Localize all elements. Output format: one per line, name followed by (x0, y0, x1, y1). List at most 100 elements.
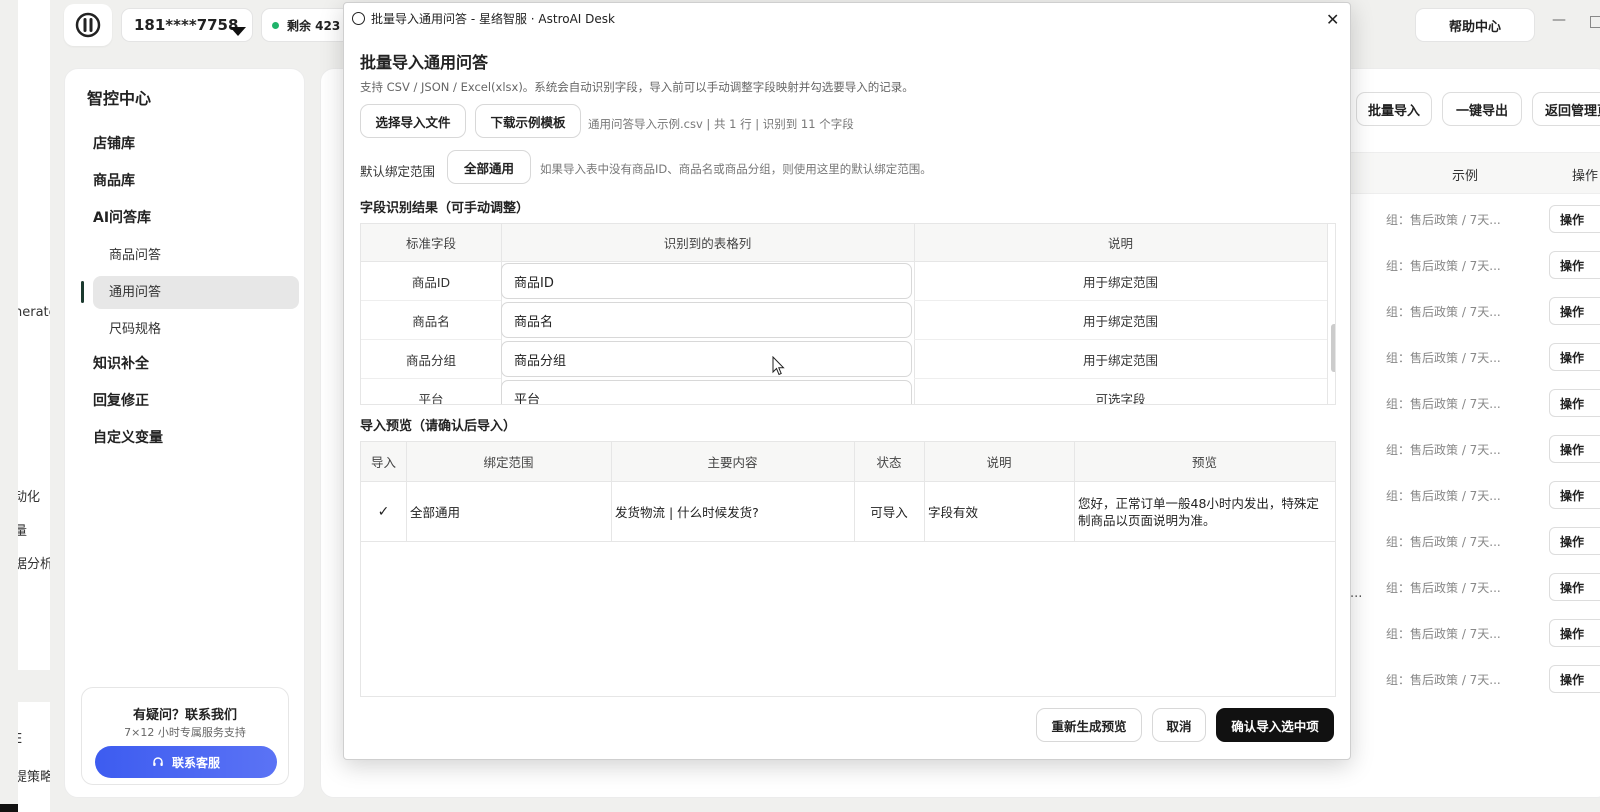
sidebar-item-reply-correction[interactable]: 回复修正 (93, 390, 149, 410)
remnant-text: 据分析 (18, 557, 50, 572)
field-column-input[interactable]: 平台 (501, 380, 912, 404)
chevron-down-icon (230, 27, 246, 36)
sidebar-item-ai-qa-library[interactable]: AI问答库 (93, 207, 151, 227)
sidebar-item-custom-variables[interactable]: 自定义变量 (93, 427, 163, 447)
dialog-window-title: 批量导入通用问答 - 星络智服 · AstroAI Desk (371, 11, 615, 26)
field-note: 用于绑定范围 (914, 301, 1327, 340)
table-row-example: 组：售后政策 / 7天... (1386, 673, 1501, 687)
remnant-text: nerate (18, 305, 50, 320)
row-operation-button[interactable]: 操作 (1549, 527, 1600, 555)
column-header-description: 说明 (914, 224, 1327, 262)
import-dialog: 批量导入通用问答 - 星络智服 · AstroAI Desk ✕ 批量导入通用问… (343, 2, 1351, 760)
row-operation-button[interactable]: 操作 (1549, 619, 1600, 647)
row-operation-button[interactable]: 操作 (1549, 251, 1600, 279)
table-row-example: 组：售后政策 / 7天... (1386, 443, 1501, 457)
column-header-preview: 预览 (1074, 442, 1335, 482)
app-icon (352, 11, 365, 25)
sidebar-item-knowledge-fill[interactable]: 知识补全 (93, 353, 149, 373)
table-row-example: 组：售后政策 / 7天... (1386, 351, 1501, 365)
table-row-example: 组：售后政策 / 7天... (1386, 213, 1501, 227)
field-column-input[interactable]: 商品名 (501, 302, 912, 338)
column-header-standard-field: 标准字段 (361, 224, 501, 262)
field-standard-name: 商品ID (361, 262, 501, 301)
table-row-example: 组：售后政策 / 7天... (1386, 535, 1501, 549)
remnant-text: 量 (18, 524, 28, 539)
column-header-note: 说明 (924, 442, 1074, 482)
default-scope-select[interactable]: 全部通用 (447, 150, 531, 184)
ellipsis-text: ... (1350, 586, 1363, 601)
row-operation-button[interactable]: 操作 (1549, 297, 1600, 325)
batch-import-button[interactable]: 批量导入 (1356, 92, 1432, 126)
scrollbar-thumb[interactable] (1331, 324, 1335, 372)
row-operation-button[interactable]: 操作 (1549, 343, 1600, 371)
row-operation-button[interactable]: 操作 (1549, 205, 1600, 233)
close-icon[interactable]: ✕ (1326, 10, 1339, 29)
dialog-titlebar: 批量导入通用问答 - 星络智服 · AstroAI Desk (344, 3, 1350, 33)
field-mapping-table: 标准字段 识别到的表格列 说明 商品ID 商品ID 用于绑定范围 商品名 商品名 用于绑定… (360, 223, 1336, 405)
contact-subtitle: 7×12 小时专属服务支持 (124, 726, 246, 739)
table-row-example: 组：售后政策 / 7天... (1386, 259, 1501, 273)
cancel-button[interactable]: 取消 (1152, 708, 1206, 742)
default-scope-hint: 如果导入表中没有商品ID、商品名或商品分组，则使用这里的默认绑定范围。 (540, 162, 932, 176)
column-header-scope: 绑定范围 (406, 442, 611, 482)
field-mapping-heading: 字段识别结果（可手动调整） (360, 201, 530, 216)
dialog-description: 支持 CSV / JSON / Excel(xlsx)。系统会自动识别字段，导入… (360, 80, 914, 94)
preview-content: 发货物流 | 什么时候发货? (611, 482, 854, 542)
mouse-cursor-icon (772, 356, 785, 376)
headset-icon (153, 757, 163, 766)
field-standard-name: 平台 (361, 379, 501, 405)
select-file-button[interactable]: 选择导入文件 (360, 104, 466, 138)
table-row-example: 组：售后政策 / 7天... (1386, 397, 1501, 411)
contact-support-button[interactable]: 联系客服 (95, 746, 277, 778)
sidebar-item-general-qa[interactable]: 通用问答 (109, 281, 161, 300)
row-operation-button[interactable]: 操作 (1549, 481, 1600, 509)
quota-text: 剩余 423 条 (287, 18, 351, 33)
sidebar-active-indicator (81, 281, 84, 303)
table-row-example: 组：售后政策 / 7天... (1386, 581, 1501, 595)
maximize-window-button[interactable] (1590, 16, 1600, 28)
download-template-button[interactable]: 下载示例模板 (475, 104, 581, 138)
row-operation-button[interactable]: 操作 (1549, 665, 1600, 693)
sidebar: 智控中心 店铺库 商品库 AI问答库 商品问答 通用问答 尺码规格 知识补全 回… (64, 68, 305, 798)
minimize-window-button[interactable]: — (1552, 12, 1566, 28)
import-preview-heading: 导入预览（请确认后导入） (360, 419, 517, 434)
sidebar-item-size-spec[interactable]: 尺码规格 (109, 318, 161, 337)
table-row-example: 组：售后政策 / 7天... (1386, 627, 1501, 641)
status-dot-icon (272, 21, 279, 29)
contact-title: 有疑问？联系我们 (132, 708, 237, 723)
preview-scope: 全部通用 (406, 482, 611, 542)
account-selector[interactable]: 181****7758 (121, 8, 253, 42)
confirm-import-button[interactable]: 确认导入选中项 (1216, 708, 1334, 742)
account-phone: 181****7758 (134, 16, 239, 34)
sidebar-item-product-library[interactable]: 商品库 (93, 170, 135, 190)
sidebar-item-product-qa[interactable]: 商品问答 (109, 244, 161, 263)
back-to-management-button[interactable]: 返回管理页 (1532, 92, 1600, 126)
preview-text: 您好，正常订单一般48小时内发出，特殊定制商品以页面说明为准。 (1074, 482, 1335, 542)
sidebar-item-store-library[interactable]: 店铺库 (93, 133, 135, 153)
preview-status: 可导入 (854, 482, 924, 542)
regenerate-preview-button[interactable]: 重新生成预览 (1036, 708, 1142, 742)
column-header-status: 状态 (854, 442, 924, 482)
import-preview-table: 导入 绑定范围 主要内容 状态 说明 预览 ✓ 全部通用 发货物流 | 什么时候… (360, 441, 1336, 697)
row-operation-button[interactable]: 操作 (1549, 435, 1600, 463)
field-note: 用于绑定范围 (914, 340, 1327, 379)
field-column-input[interactable]: 商品分组 (501, 341, 912, 377)
background-window-remnant: E 提策略 (18, 702, 50, 812)
export-all-button[interactable]: 一键导出 (1442, 92, 1522, 126)
sidebar-title: 智控中心 (87, 89, 152, 108)
help-center-button[interactable]: 帮助中心 (1415, 8, 1535, 42)
row-operation-button[interactable]: 操作 (1549, 573, 1600, 601)
table-row-example: 组：售后政策 / 7天... (1386, 305, 1501, 319)
column-header-detected-column: 识别到的表格列 (501, 224, 914, 262)
remnant-text: 提策略 (18, 770, 50, 785)
app-logo (64, 4, 112, 46)
remnant-text: E (18, 732, 23, 747)
taskbar-edge (0, 804, 18, 812)
preview-note: 字段有效 (924, 482, 1074, 542)
logo-icon (75, 12, 101, 38)
field-column-input[interactable]: 商品ID (501, 263, 912, 299)
import-checkbox[interactable]: ✓ (361, 482, 406, 542)
field-standard-name: 商品名 (361, 301, 501, 340)
column-header-example: 示例 (1452, 169, 1479, 184)
row-operation-button[interactable]: 操作 (1549, 389, 1600, 417)
